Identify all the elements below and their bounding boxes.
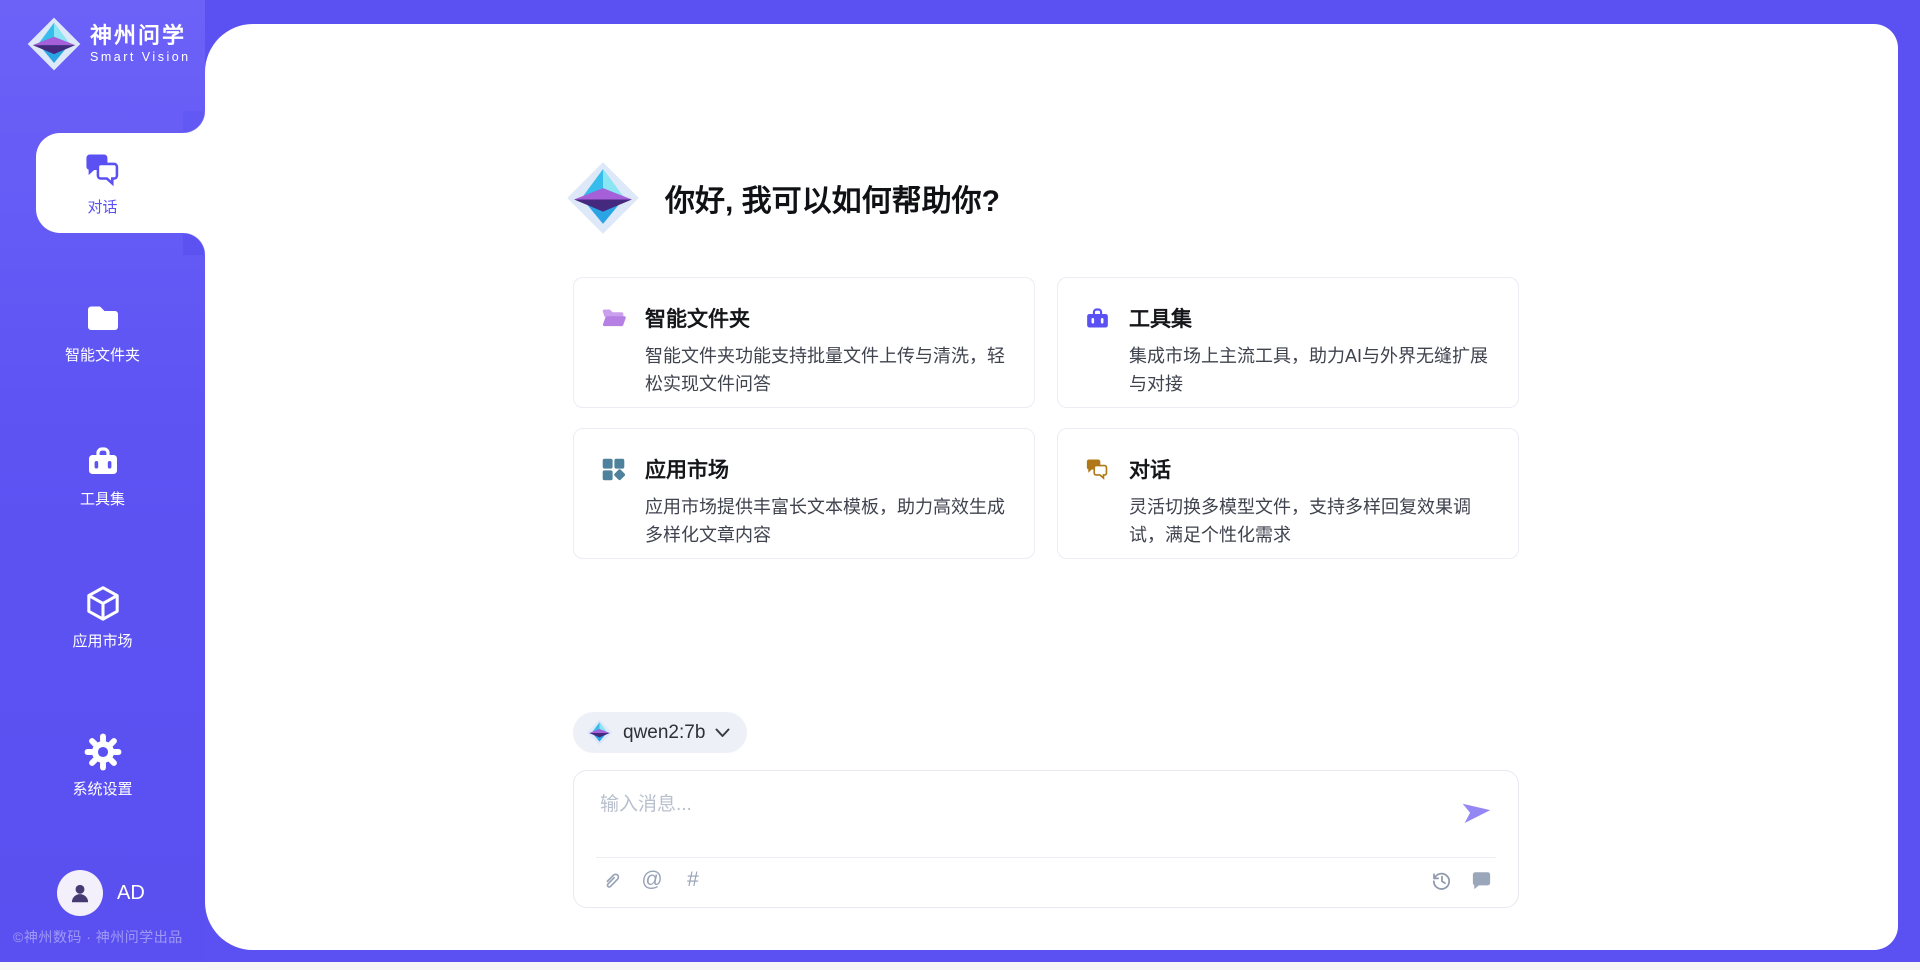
- card-title: 应用市场: [645, 454, 729, 484]
- briefcase-icon: [81, 440, 125, 484]
- feature-cards: 智能文件夹 智能文件夹功能支持批量文件上传与清洗，轻松实现文件问答 工具集 集成…: [573, 277, 1519, 559]
- brand-subtitle: Smart Vision: [90, 49, 191, 65]
- avatar[interactable]: [57, 870, 103, 916]
- card-description: 应用市场提供丰富长文本模板，助力高效生成多样化文章内容: [645, 493, 1006, 549]
- card-title: 智能文件夹: [645, 303, 750, 333]
- horizontal-scrollbar[interactable]: [0, 962, 1920, 970]
- card-app-market[interactable]: 应用市场 应用市场提供丰富长文本模板，助力高效生成多样化文章内容: [573, 428, 1035, 559]
- brand-diamond-icon: [565, 160, 641, 236]
- send-icon[interactable]: [1462, 799, 1492, 825]
- brand-diamond-icon: [26, 16, 82, 72]
- card-chat[interactable]: 对话 灵活切换多模型文件，支持多样回复效果调试，满足个性化需求: [1057, 428, 1519, 559]
- main-panel: 你好, 我可以如何帮助你? 智能文件夹 智能文件夹功能支持批量文件上传与清洗，轻…: [205, 24, 1898, 950]
- chat-bubble-icon[interactable]: [1469, 868, 1493, 892]
- cube-icon: [81, 582, 125, 626]
- chat-icon: [81, 148, 125, 192]
- card-description: 智能文件夹功能支持批量文件上传与清洗，轻松实现文件问答: [645, 342, 1006, 398]
- card-smart-folder[interactable]: 智能文件夹 智能文件夹功能支持批量文件上传与清洗，轻松实现文件问答: [573, 277, 1035, 408]
- model-diamond-icon: [586, 719, 613, 746]
- message-composer: @ #: [573, 770, 1519, 908]
- sidebar-item-toolkit[interactable]: 工具集: [0, 440, 205, 526]
- person-icon: [67, 880, 93, 906]
- card-description: 灵活切换多模型文件，支持多样回复效果调试，满足个性化需求: [1129, 493, 1490, 549]
- copyright-text: ©神州数码 · 神州问学出品: [13, 927, 183, 947]
- card-description: 集成市场上主流工具，助力AI与外界无缝扩展与对接: [1129, 342, 1490, 398]
- open-folder-icon: [600, 305, 627, 332]
- brand-name: 神州问学: [90, 23, 191, 49]
- composer-divider: [596, 857, 1496, 858]
- gear-icon: [81, 730, 125, 774]
- card-title: 对话: [1129, 454, 1171, 484]
- user-account[interactable]: AD: [57, 870, 145, 916]
- sidebar-item-label: 智能文件夹: [65, 344, 140, 365]
- composer-tools-left: @ #: [599, 868, 705, 892]
- mention-icon[interactable]: @: [640, 868, 664, 892]
- hashtag-icon[interactable]: #: [681, 868, 705, 892]
- sidebar: 神州问学 Smart Vision 对话 智能文件夹: [0, 0, 205, 962]
- sidebar-item-chat[interactable]: 对话: [0, 148, 205, 234]
- sidebar-item-label: 应用市场: [72, 630, 132, 651]
- chat-icon: [1084, 456, 1111, 483]
- card-toolkit[interactable]: 工具集 集成市场上主流工具，助力AI与外界无缝扩展与对接: [1057, 277, 1519, 408]
- chevron-down-icon: [715, 728, 730, 738]
- briefcase-icon: [1084, 305, 1111, 332]
- history-icon[interactable]: [1429, 868, 1453, 892]
- sidebar-item-settings[interactable]: 系统设置: [0, 730, 205, 816]
- sidebar-item-label: 工具集: [80, 488, 125, 509]
- model-name: qwen2:7b: [623, 722, 705, 744]
- app-logo: 神州问学 Smart Vision: [26, 16, 191, 72]
- model-selector[interactable]: qwen2:7b: [573, 712, 747, 753]
- sidebar-item-smart-folder[interactable]: 智能文件夹: [0, 296, 205, 382]
- greeting-text: 你好, 我可以如何帮助你?: [665, 176, 1000, 220]
- sidebar-item-label: 对话: [87, 196, 117, 217]
- sidebar-item-app-market[interactable]: 应用市场: [0, 582, 205, 668]
- sidebar-item-label: 系统设置: [72, 778, 132, 799]
- composer-tools-right: [1429, 868, 1493, 892]
- card-title: 工具集: [1129, 303, 1192, 333]
- app-grid-icon: [600, 456, 627, 483]
- greeting: 你好, 我可以如何帮助你?: [565, 160, 1000, 236]
- message-input[interactable]: [600, 789, 1420, 849]
- user-name: AD: [117, 882, 145, 905]
- attachment-icon[interactable]: [599, 868, 623, 892]
- folder-icon: [81, 296, 125, 340]
